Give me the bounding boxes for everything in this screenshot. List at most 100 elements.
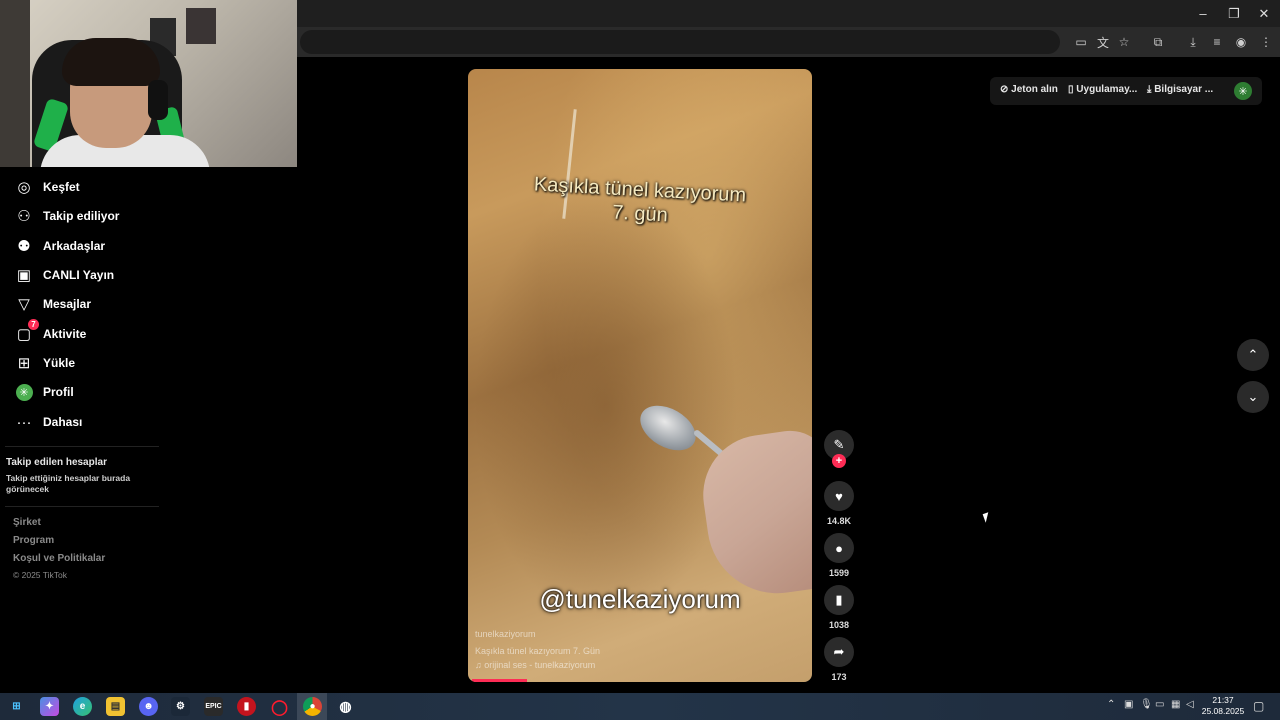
footer-link-program[interactable]: Program [13,535,54,546]
sidebar-item-following[interactable]: ⚇ Takip ediliyor [14,204,119,228]
camera-icon[interactable]: ▭ [1155,699,1164,710]
sidebar-item-label: Takip ediliyor [43,209,120,223]
share-button[interactable]: ➦ [824,637,854,667]
coin-icon: ⊘ [1000,84,1009,95]
discord-icon[interactable]: ☻ [139,697,158,716]
bookmark-star-icon[interactable]: ☆ [1114,32,1134,52]
epic-games-icon[interactable]: EPIC [204,697,223,716]
pc-app-label: Bilgisayar ... [1154,84,1214,95]
network-icon[interactable]: ▦ [1171,699,1180,710]
next-video-button[interactable]: ⌄ [1237,381,1269,413]
video-author[interactable]: tunelkaziyorum [475,629,536,639]
minimize-button[interactable]: – [1188,0,1218,27]
copilot-icon[interactable]: ✦ [40,697,59,716]
sidebar-item-friends[interactable]: ⚉ Arkadaşlar [14,234,105,258]
mouse-cursor-icon [982,512,992,523]
translate-icon[interactable]: 文 [1093,32,1113,52]
chrome-icon[interactable]: ● [303,697,322,716]
share-arrow-icon: ➦ [833,644,845,659]
video-sound[interactable]: ♫ orijinal ses - tunelkaziyorum [475,660,595,670]
send-message-icon: ▽ [18,296,30,313]
chevron-down-icon: ⌄ [1247,389,1259,404]
save-count: 1038 [828,620,850,630]
taskbar-clock[interactable]: 21:37 25.08.2025 [1200,695,1246,717]
follow-plus-button[interactable]: + [832,454,846,468]
pen-icon: ✎ [833,437,845,452]
copyright-text: © 2025 TikTok [13,570,67,580]
tray-app-icon[interactable]: ▣ [1124,699,1133,710]
sidebar-divider [5,506,159,507]
circle-app-icon[interactable]: ◍ [336,697,355,716]
sidebar-item-kesfet[interactable]: ◎ Keşfet [14,175,79,199]
webcam-person-hair [62,38,160,86]
live-tv-icon: ▣ [16,267,32,284]
steam-icon[interactable]: ⚙ [171,697,190,716]
save-button[interactable]: ▮ [824,585,854,615]
friends-icon: ⚉ [17,238,31,255]
bookmark-icon: ▮ [835,592,843,607]
opera-icon[interactable]: ◯ [270,697,289,716]
tray-overflow-icon[interactable]: ⌃ [1107,699,1115,710]
user-follow-icon: ⚇ [17,208,31,225]
footer-link-company[interactable]: Şirket [13,517,41,528]
footer-link-terms[interactable]: Koşul ve Politikalar [13,553,105,564]
profile-avatar-icon: ✳ [14,382,34,402]
webcam-wall [0,0,30,167]
share-count: 173 [831,672,847,682]
top-actions-bar: ⊘ Jeton alın ▯ Uygulamay... ⤓ Bilgisayar… [990,77,1262,105]
microphone-icon[interactable]: 🎙 [1140,699,1153,710]
sidebar-item-label: Arkadaşlar [43,239,106,253]
edge-icon[interactable]: e [73,697,92,716]
sidebar-divider [5,446,159,447]
sidebar-item-label: Yükle [43,356,76,370]
extensions-icon[interactable]: ⧉ [1148,32,1168,52]
download-icon[interactable]: ⤓ [1183,32,1203,52]
windows-start-icon[interactable]: ⊞ [7,697,26,716]
video-watermark: @tunelkaziyorum [539,584,741,614]
video-scene-spoon [632,396,704,460]
get-app-button[interactable]: ▯ Uygulamay... [1068,84,1137,95]
sidebar-item-more[interactable]: ··· Dahası [14,410,83,434]
restore-button[interactable]: ❐ [1219,0,1249,27]
sidebar-item-live[interactable]: ▣ CANLI Yayın [14,263,114,287]
compass-icon: ◎ [17,179,31,196]
clock-time: 21:37 [1212,695,1234,705]
file-explorer-icon[interactable]: ▤ [106,697,125,716]
account-icon[interactable]: ◉ [1231,32,1251,52]
like-button[interactable]: ♥ [824,481,854,511]
followed-accounts-title: Takip edilen hesaplar [6,457,107,468]
video-player[interactable]: Kaşıkla tünel kazıyorum 7. gün @tunelkaz… [468,69,812,682]
sidebar-item-upload[interactable]: ⊞ Yükle [14,351,75,375]
close-button[interactable]: ✕ [1249,0,1279,27]
heart-icon: ♥ [835,488,843,504]
notification-icon[interactable]: ▢ [1253,699,1264,713]
sidebar-item-activity[interactable]: ▢ 7 Aktivite [14,319,87,346]
cast-icon[interactable]: ▭ [1071,32,1091,52]
get-coins-button[interactable]: ⊘ Jeton alın [1000,84,1058,95]
red-app-icon[interactable]: ▮ [237,697,256,716]
video-description: Kaşıkla tünel kazıyorum 7. Gün [475,646,601,656]
activity-badge: 7 [28,319,39,330]
media-control-icon[interactable]: ≡ [1207,32,1227,52]
sidebar-item-label: Dahası [43,415,83,429]
clock-date: 25.08.2025 [1201,706,1245,716]
sidebar-item-label: Aktivite [43,327,87,341]
volume-icon[interactable]: ◁ [1186,699,1194,710]
followed-accounts-empty-text: Takip ettiğiniz hesaplar burada görünece… [6,473,131,494]
comment-button[interactable]: ● [824,533,854,563]
user-avatar[interactable]: ✳ [1234,82,1252,100]
pc-app-button[interactable]: ⤓ Bilgisayar ... [1147,84,1213,95]
get-app-label: Uygulamay... [1076,84,1138,95]
sidebar-item-profile[interactable]: ✳ Profil [14,380,74,404]
address-bar[interactable] [300,30,1060,54]
video-scene-hand [695,425,812,603]
chevron-up-icon: ⌃ [1247,347,1259,362]
activity-chat-icon: ▢ 7 [14,319,39,344]
browser-menu-icon[interactable]: ⋮ [1256,32,1276,52]
previous-video-button[interactable]: ⌃ [1237,339,1269,371]
video-progress-bar[interactable] [472,679,528,682]
comment-icon: ● [835,540,843,556]
sidebar-item-messages[interactable]: ▽ Mesajlar [14,292,91,316]
sidebar-item-label: CANLI Yayın [43,268,115,282]
download-icon: ⤓ [1147,84,1152,95]
